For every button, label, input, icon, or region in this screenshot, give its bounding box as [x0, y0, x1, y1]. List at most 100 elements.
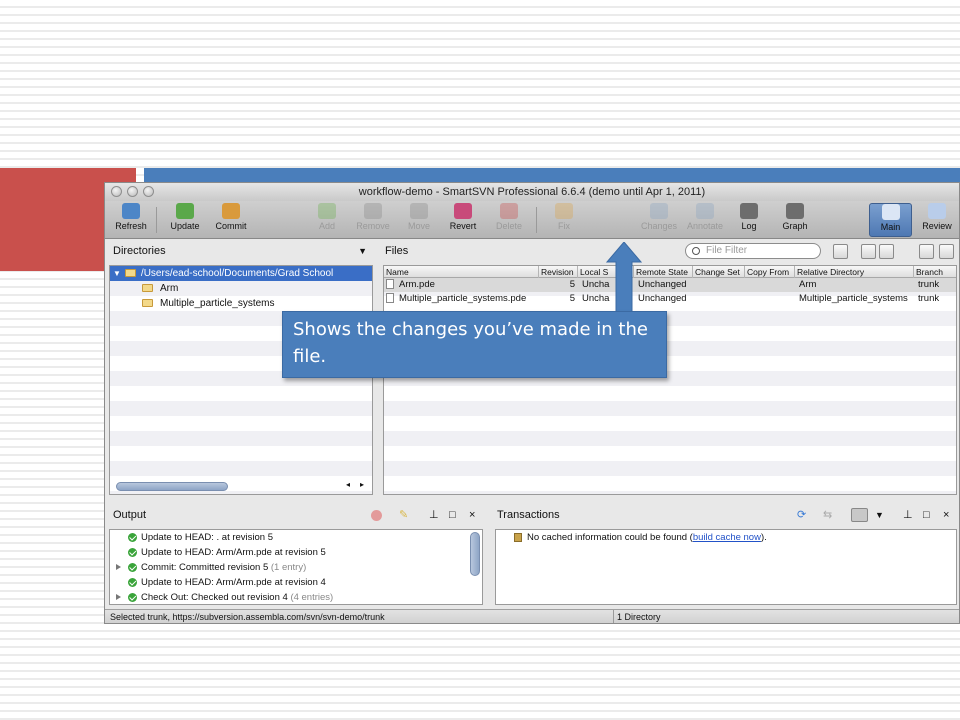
output-header: Output ✎ ⊥ □ × [107, 505, 487, 525]
add-button[interactable]: Add [305, 203, 349, 237]
commit-icon [222, 203, 240, 219]
column-branch[interactable]: Branch [914, 266, 956, 278]
files-table-header: Name Revision Local S Remote State Chang… [384, 266, 956, 278]
disclosure-triangle-icon[interactable]: ▼ [113, 269, 121, 278]
success-icon [128, 547, 137, 557]
fix-button[interactable]: Fix [542, 203, 586, 237]
refresh-icon [122, 203, 140, 219]
toolbar: Refresh Update Commit Add Remove Move Re… [105, 201, 959, 239]
table-row[interactable]: Arm.pde 5 Uncha Unchanged Arm trunk [384, 278, 956, 292]
chevron-down-icon[interactable]: ▼ [875, 505, 884, 525]
refresh-button[interactable]: Refresh [109, 203, 153, 237]
log-icon [740, 203, 758, 219]
view-toggle-changed-button[interactable] [919, 244, 934, 259]
move-button[interactable]: Move [397, 203, 441, 237]
zoom-window-icon[interactable] [143, 186, 154, 197]
view-toggle-ignored-button[interactable] [879, 244, 894, 259]
smartsvn-window: workflow-demo - SmartSVN Professional 6.… [104, 182, 960, 624]
changes-icon [650, 203, 668, 219]
status-text: Selected trunk, https://subversion.assem… [110, 612, 385, 622]
table-row[interactable]: Multiple_particle_systems.pde 5 Uncha Un… [384, 292, 956, 306]
database-icon [514, 532, 522, 542]
delete-button[interactable]: Delete [487, 203, 531, 237]
folder-icon [142, 284, 153, 293]
maximize-icon[interactable]: □ [923, 505, 930, 525]
files-table: Name Revision Local S Remote State Chang… [383, 265, 957, 495]
folder-icon [124, 269, 136, 278]
window-title: workflow-demo - SmartSVN Professional 6.… [358, 186, 706, 198]
transactions-message: No cached information could be found (bu… [496, 530, 956, 545]
directory-root[interactable]: ▼/Users/ead-school/Documents/Grad School [110, 266, 372, 281]
main-layout-icon [881, 204, 900, 220]
main-layout-button[interactable]: Main [869, 203, 912, 237]
transactions-header: Transactions ⟳ ⇆ ▼ ⊥ □ × [491, 505, 957, 525]
expand-triangle-icon[interactable] [116, 594, 121, 601]
column-name[interactable]: Name [384, 266, 539, 278]
column-copy-from[interactable]: Copy From [745, 266, 795, 278]
list-item[interactable]: Update to HEAD: . at revision 5 [110, 530, 482, 545]
build-cache-link[interactable]: build cache now [693, 532, 761, 543]
settings-icon[interactable] [851, 508, 868, 522]
column-revision[interactable]: Revision [539, 266, 578, 278]
list-item[interactable]: Update to HEAD: Arm/Arm.pde at revision … [110, 575, 482, 590]
files-header: Files [385, 245, 409, 257]
status-count: 1 Directory [617, 612, 661, 622]
vertical-scrollbar-thumb[interactable] [470, 532, 480, 576]
changes-button[interactable]: Changes [637, 203, 681, 237]
success-icon [128, 577, 137, 587]
transactions-list: No cached information could be found (bu… [495, 529, 957, 605]
title-bar: workflow-demo - SmartSVN Professional 6.… [105, 183, 959, 201]
mark-read-icon[interactable]: ⇆ [823, 505, 832, 525]
remove-button[interactable]: Remove [351, 203, 395, 237]
close-window-icon[interactable] [111, 186, 122, 197]
log-button[interactable]: Log [727, 203, 771, 237]
directory-item-arm[interactable]: Arm [110, 281, 372, 296]
file-filter-input[interactable]: File Filter [685, 243, 821, 259]
view-toggle-folder-button[interactable] [833, 244, 848, 259]
scroll-right-icon[interactable]: ▸ [360, 480, 364, 489]
column-remote-state[interactable]: Remote State [634, 266, 693, 278]
annotate-button[interactable]: Annotate [683, 203, 727, 237]
callout-box: Shows the changes you’ve made in the fil… [282, 311, 667, 378]
chevron-down-icon[interactable]: ▼ [358, 241, 367, 261]
close-icon[interactable]: × [943, 505, 949, 525]
review-layout-icon [928, 203, 946, 219]
success-icon [128, 592, 137, 602]
toolbar-separator [536, 207, 537, 233]
file-icon [386, 279, 394, 290]
update-icon [176, 203, 194, 219]
revert-button[interactable]: Revert [441, 203, 485, 237]
revert-icon [454, 203, 472, 219]
close-icon[interactable]: × [469, 505, 475, 525]
move-icon [410, 203, 428, 219]
column-change-set[interactable]: Change Set [693, 266, 745, 278]
commit-button[interactable]: Commit [209, 203, 253, 237]
success-icon [128, 562, 137, 572]
maximize-icon[interactable]: □ [449, 505, 456, 525]
refresh-icon[interactable]: ⟳ [797, 505, 806, 525]
fix-icon [555, 203, 573, 219]
pin-icon[interactable]: ⊥ [903, 505, 913, 525]
view-toggle-all-button[interactable] [939, 244, 954, 259]
edit-icon[interactable]: ✎ [399, 505, 408, 525]
expand-triangle-icon[interactable] [116, 564, 121, 571]
remove-icon [364, 203, 382, 219]
minimize-window-icon[interactable] [127, 186, 138, 197]
decorative-blue-bar [144, 168, 960, 182]
graph-button[interactable]: Graph [773, 203, 817, 237]
view-toggle-unversioned-button[interactable] [861, 244, 876, 259]
column-relative-directory[interactable]: Relative Directory [795, 266, 914, 278]
directory-tree: ▼/Users/ead-school/Documents/Grad School… [109, 265, 373, 495]
horizontal-scrollbar-thumb[interactable] [116, 482, 228, 491]
scroll-left-icon[interactable]: ◂ [346, 480, 350, 489]
update-button[interactable]: Update [163, 203, 207, 237]
directory-item-multiple-particle-systems[interactable]: Multiple_particle_systems [110, 296, 372, 311]
list-item[interactable]: Check Out: Checked out revision 4 (4 ent… [110, 590, 482, 604]
review-layout-button[interactable]: Review [915, 203, 959, 237]
delete-icon [500, 203, 518, 219]
list-item[interactable]: Commit: Committed revision 5 (1 entry) [110, 560, 482, 575]
list-item[interactable]: Update to HEAD: Arm/Arm.pde at revision … [110, 545, 482, 560]
status-bar: Selected trunk, https://subversion.assem… [105, 609, 959, 623]
clear-icon[interactable] [371, 510, 382, 521]
pin-icon[interactable]: ⊥ [429, 505, 439, 525]
